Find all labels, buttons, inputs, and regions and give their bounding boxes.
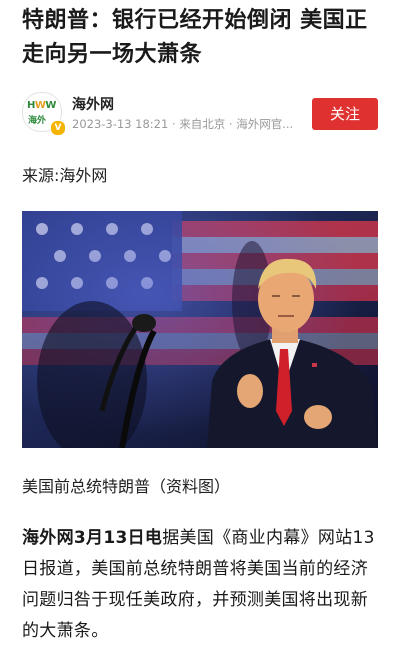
source-row: HWW 海外 V 海外网 2023-3-13 18:21 · 来自北京 · 海外… [22, 92, 380, 136]
source-name[interactable]: 海外网 [72, 94, 114, 114]
source-logo-icon: HWW [27, 100, 56, 111]
article-photo[interactable] [22, 211, 378, 448]
follow-button[interactable]: 关注 [312, 98, 378, 130]
photo-illustration [22, 211, 378, 448]
image-caption: 美国前总统特朗普（资料图） [22, 477, 231, 496]
article-body: 海外网3月13日电据美国《商业内幕》网站13日报道，美国前总统特朗普将美国当前的… [22, 523, 380, 647]
source-logo-text: 海外 [28, 116, 47, 126]
article-origin: 来源:海外网 [22, 166, 108, 185]
body-lead: 海外网3月13日电 [22, 528, 163, 548]
article-title: 特朗普：银行已经开始倒闭 美国正走向另一场大萧条 [22, 8, 368, 67]
verified-badge-icon: V [50, 120, 66, 136]
publish-meta: 2023-3-13 18:21 · 来自北京 · 海外网官... [72, 117, 294, 131]
